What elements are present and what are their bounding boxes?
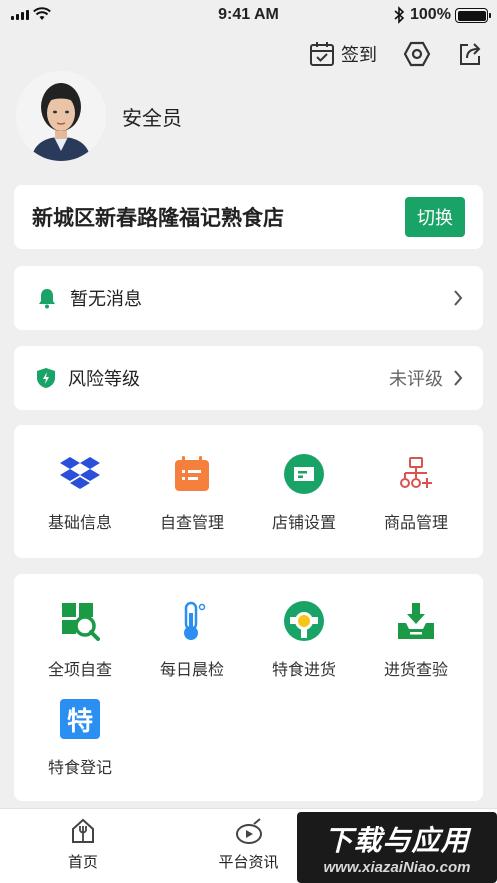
settings-button[interactable] bbox=[403, 40, 431, 68]
news-play-icon bbox=[235, 818, 262, 844]
menu-item-label: 特食进货 bbox=[271, 662, 336, 679]
menu-item-label: 全项自查 bbox=[47, 662, 112, 679]
menu-item-label: 每日晨检 bbox=[159, 662, 224, 679]
menu-item-store-settings[interactable]: 店铺设置 bbox=[248, 453, 360, 551]
chevron-right-icon bbox=[454, 370, 463, 386]
org-tree-icon bbox=[400, 457, 432, 488]
battery-icon bbox=[455, 8, 491, 23]
avatar-photo bbox=[16, 71, 106, 161]
messages-row[interactable]: 暂无消息 bbox=[14, 266, 483, 330]
menu-item-full-self-check[interactable]: 全项自查 bbox=[24, 600, 136, 698]
tab-label: 平台资讯 bbox=[218, 854, 279, 871]
te-badge-icon: 特 bbox=[60, 699, 100, 739]
te-badge-text: 特 bbox=[66, 705, 93, 736]
menu-item-goods-mgmt[interactable]: 商品管理 bbox=[360, 453, 472, 551]
calendar-list-icon bbox=[175, 456, 209, 491]
watermark: 下载与应用 www.xiazaiNiao.com bbox=[297, 812, 497, 883]
user-role: 安全员 bbox=[122, 107, 182, 130]
risk-level-row[interactable]: 风险等级 未评级 bbox=[14, 346, 483, 410]
store-card: 新城区新春路隆福记熟食店 切换 bbox=[14, 185, 483, 249]
shield-icon bbox=[37, 368, 55, 388]
menu-item-label: 自查管理 bbox=[159, 515, 224, 532]
menu-item-self-check-mgmt[interactable]: 自查管理 bbox=[136, 453, 248, 551]
bluetooth-icon bbox=[394, 6, 405, 24]
tab-label: 首页 bbox=[67, 854, 98, 871]
calendar-check-icon bbox=[310, 42, 334, 66]
menu-item-label: 特食登记 bbox=[47, 760, 112, 777]
store-ticket-icon bbox=[284, 454, 324, 494]
menu-item-label: 基础信息 bbox=[47, 515, 112, 532]
primary-menu: 基础信息 自查管理 店铺设置 商品管理 bbox=[14, 425, 483, 558]
watermark-title: 下载与应用 bbox=[324, 825, 470, 856]
menu-item-purchase-inspection[interactable]: 进货查验 bbox=[360, 600, 472, 698]
watermark-url: www.xiazaiNiao.com bbox=[323, 859, 471, 876]
home-icon bbox=[71, 818, 94, 843]
menu-item-daily-morning-check[interactable]: 每日晨检 bbox=[136, 600, 248, 698]
settings-hex-icon bbox=[403, 41, 431, 67]
risk-label: 风险等级 bbox=[68, 369, 140, 389]
checkin-label: 签到 bbox=[341, 45, 377, 65]
menu-item-label: 店铺设置 bbox=[271, 515, 336, 532]
battery-percent: 100% bbox=[410, 6, 451, 23]
special-food-icon bbox=[284, 601, 324, 641]
messages-label: 暂无消息 bbox=[70, 289, 142, 309]
menu-item-label: 商品管理 bbox=[383, 515, 448, 532]
menu-item-label: 进货查验 bbox=[383, 662, 448, 679]
menu-item-special-food-purchase[interactable]: 特食进货 bbox=[248, 600, 360, 698]
risk-value: 未评级 bbox=[389, 369, 443, 389]
header-actions: 签到 bbox=[309, 40, 483, 68]
dropbox-cubes-icon bbox=[60, 457, 100, 489]
chevron-right-icon bbox=[454, 290, 463, 306]
thermometer-icon bbox=[184, 601, 206, 640]
store-name: 新城区新春路隆福记熟食店 bbox=[32, 207, 284, 230]
menu-item-special-food-register[interactable]: 特 特食登记 bbox=[24, 698, 136, 796]
status-bar: 9:41 AM 100% bbox=[0, 0, 497, 32]
checkin-button[interactable]: 签到 bbox=[309, 41, 377, 67]
secondary-menu: 全项自查 每日晨检 特食进货 进货查验 特 特食登记 bbox=[14, 574, 483, 801]
share-button[interactable] bbox=[457, 41, 483, 67]
bell-icon bbox=[39, 289, 55, 309]
profile: 安全员 bbox=[16, 71, 182, 161]
magnify-grid-icon bbox=[62, 603, 100, 641]
download-tray-icon bbox=[398, 603, 434, 639]
tab-home[interactable]: 首页 bbox=[0, 809, 166, 883]
avatar[interactable] bbox=[16, 71, 106, 161]
switch-store-button[interactable]: 切换 bbox=[405, 197, 465, 237]
menu-item-basic-info[interactable]: 基础信息 bbox=[24, 453, 136, 551]
share-icon bbox=[460, 43, 481, 65]
